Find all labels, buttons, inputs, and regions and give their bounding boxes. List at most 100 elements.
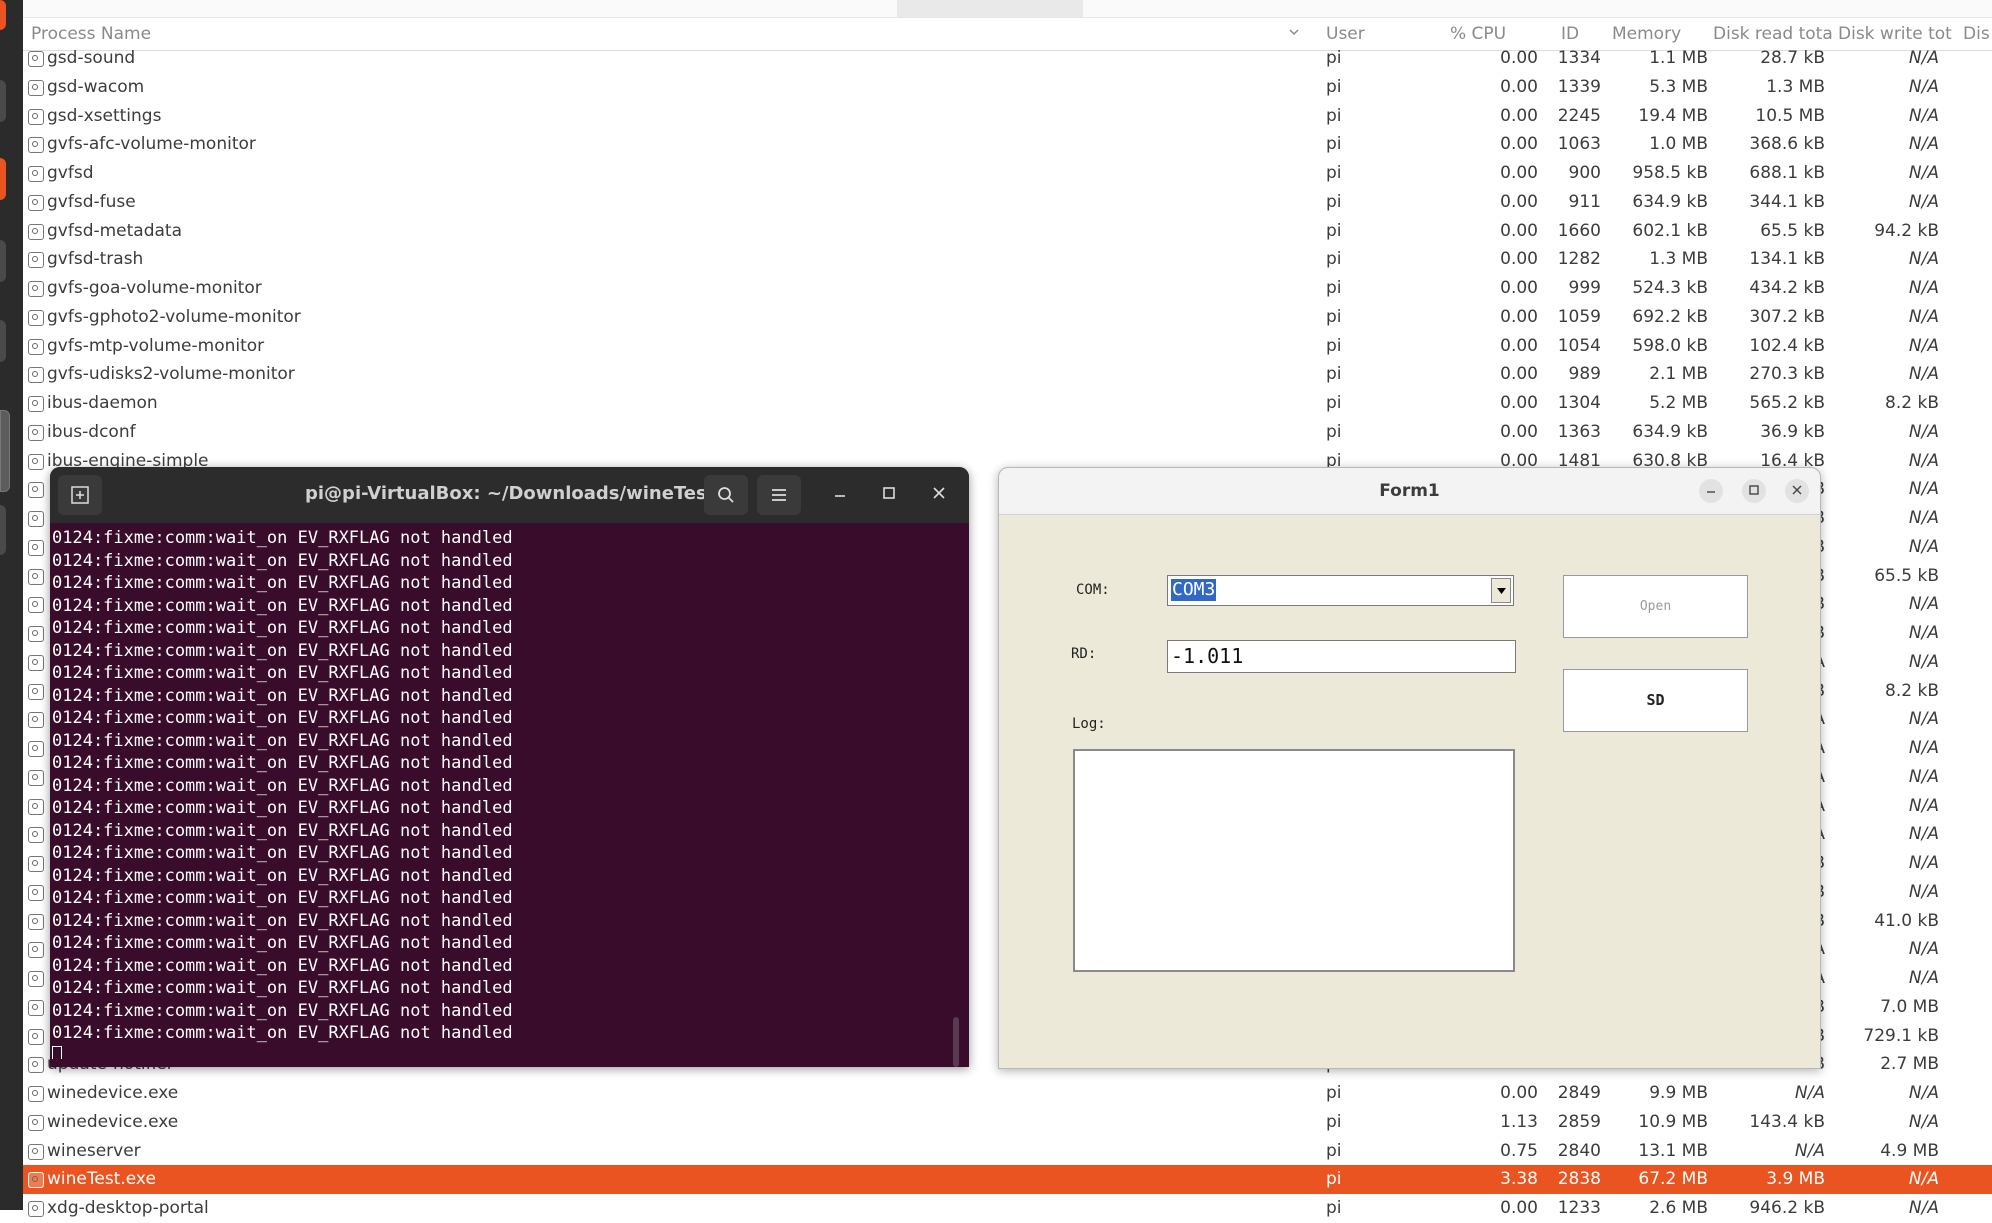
table-row[interactable]: winedevice.exe pi 0.00 2849 9.9 MB N/A N/A: [23, 1079, 1992, 1108]
close-button[interactable]: [927, 483, 951, 507]
sort-chevron-down-icon[interactable]: [1289, 27, 1299, 37]
process-memory: 9.9 MB: [1649, 1083, 1708, 1103]
process-icon: [28, 79, 44, 96]
terminal-prompt-line[interactable]: [52, 1045, 952, 1059]
dock-app-icon[interactable]: [0, 505, 6, 555]
table-row[interactable]: gvfs-gphoto2-volume-monitor pi 0.00 1059 692…: [23, 303, 1992, 332]
dropdown-button[interactable]: [1491, 578, 1511, 603]
form1-window: Form1 COM: COM3 RD: -1.011 Log: Open SD: [998, 467, 1821, 1069]
process-disk-read: 434.2 kB: [1749, 278, 1825, 298]
tab-active[interactable]: [897, 0, 1083, 17]
process-disk-write: N/A: [1908, 48, 1939, 68]
table-row[interactable]: gsd-xsettings pi 0.00 2245 19.4 MB 10.5 MB N/A: [23, 102, 1992, 131]
terminal-line: 0124:fixme:comm:wait_on EV_RXFLAG not ha…: [52, 843, 513, 863]
table-row[interactable]: xdg-desktop-portal pi 0.00 1233 2.6 MB 946.2 …: [23, 1194, 1992, 1223]
process-name: winedevice.exe: [47, 1083, 179, 1103]
table-row[interactable]: ibus-dconf pi 0.00 1363 634.9 kB 36.9 kB N/A: [23, 418, 1992, 447]
process-disk-write: N/A: [1908, 105, 1939, 126]
process-user: pi: [1326, 220, 1342, 241]
search-button[interactable]: [704, 475, 748, 515]
open-button[interactable]: Open: [1563, 575, 1748, 638]
terminal-line: 0124:fixme:comm:wait_on EV_RXFLAG not ha…: [52, 1023, 513, 1043]
dock-app-icon[interactable]: [0, 240, 6, 282]
process-cpu: 0.00: [1500, 76, 1538, 97]
process-id: 2840: [1557, 1140, 1601, 1161]
dock-app-icon-active[interactable]: [0, 410, 10, 492]
process-memory: 13.1 MB: [1638, 1140, 1708, 1161]
terminal-output[interactable]: 0124:fixme:comm:wait_on EV_RXFLAG not ha…: [52, 527, 952, 1059]
col-disk-extra[interactable]: Dis: [1963, 24, 1992, 44]
process-icon: [28, 108, 44, 125]
minimize-icon: [835, 495, 845, 497]
form1-close-button[interactable]: [1785, 479, 1809, 503]
col-memory[interactable]: Memory: [1612, 24, 1681, 44]
table-row[interactable]: ibus-daemon pi 0.00 1304 5.2 MB 565.2 kB 8.2 k…: [23, 389, 1992, 418]
table-row[interactable]: gsd-wacom pi 0.00 1339 5.3 MB 1.3 MB N/A: [23, 73, 1992, 102]
process-name: gvfs-afc-volume-monitor: [47, 134, 256, 155]
process-id: 1063: [1557, 134, 1601, 155]
table-row[interactable]: gvfs-mtp-volume-monitor pi 0.00 1054 598.0 k…: [23, 332, 1992, 361]
process-memory: 1.1 MB: [1649, 48, 1708, 68]
dock-app-icon[interactable]: [0, 320, 6, 362]
table-row[interactable]: wineserver pi 0.75 2840 13.1 MB N/A 4.9 MB: [23, 1137, 1992, 1166]
minimize-button[interactable]: [828, 483, 852, 507]
table-row[interactable]: gvfsd-trash pi 0.00 1282 1.3 MB 134.1 kB N/A: [23, 245, 1992, 274]
form1-maximize-button[interactable]: [1742, 479, 1766, 503]
table-row[interactable]: gsd-sound pi 0.00 1334 1.1 MB 28.7 kB N/A: [23, 44, 1992, 73]
col-process-name[interactable]: Process Name: [31, 24, 151, 44]
rd-field[interactable]: -1.011: [1167, 640, 1516, 673]
col-id[interactable]: ID: [1561, 24, 1579, 44]
process-id: 1660: [1557, 220, 1601, 241]
process-disk-write: N/A: [1908, 335, 1939, 356]
process-disk-write: N/A: [1908, 249, 1939, 270]
process-icon: [28, 252, 44, 269]
col-disk-read[interactable]: Disk read tota: [1713, 24, 1835, 44]
dock-app-icon[interactable]: [0, 0, 6, 30]
process-icon: [28, 309, 44, 326]
log-textarea[interactable]: [1073, 749, 1515, 972]
process-user: pi: [1326, 393, 1342, 413]
com-port-value: COM3: [1171, 579, 1217, 601]
menu-button[interactable]: [757, 475, 801, 515]
process-icon: [28, 1057, 44, 1074]
process-disk-write: 41.0 kB: [1874, 910, 1939, 931]
com-port-select[interactable]: COM3: [1167, 575, 1514, 606]
process-disk-read: 134.1 kB: [1749, 249, 1825, 270]
process-icon: [28, 453, 44, 470]
table-row[interactable]: winedevice.exe pi 1.13 2859 10.9 MB 143.4 kB N…: [23, 1108, 1992, 1137]
table-row[interactable]: gvfs-afc-volume-monitor pi 0.00 1063 1.0 MB 3…: [23, 130, 1992, 159]
table-row[interactable]: gvfsd-fuse pi 0.00 911 634.9 kB 344.1 kB N/A: [23, 188, 1992, 217]
new-tab-button[interactable]: [58, 475, 102, 515]
form1-minimize-button[interactable]: [1699, 479, 1723, 503]
process-icon: [28, 281, 44, 297]
col-user[interactable]: User: [1326, 24, 1365, 44]
dock-app-icon[interactable]: [0, 80, 6, 122]
process-user: pi: [1326, 249, 1342, 270]
terminal-scrollbar[interactable]: [953, 1017, 959, 1067]
terminal-line: 0124:fixme:comm:wait_on EV_RXFLAG not ha…: [52, 933, 513, 953]
dock-app-icon[interactable]: [0, 158, 6, 200]
process-cpu: 0.00: [1500, 1198, 1538, 1218]
process-name: gvfs-goa-volume-monitor: [47, 278, 262, 298]
process-disk-read: 28.7 kB: [1760, 48, 1825, 68]
col-cpu[interactable]: % CPU: [1450, 24, 1506, 44]
sd-button[interactable]: SD: [1563, 669, 1748, 732]
table-row[interactable]: gvfs-goa-volume-monitor pi 0.00 999 524.3 kB…: [23, 274, 1992, 303]
terminal-line: 0124:fixme:comm:wait_on EV_RXFLAG not ha…: [52, 685, 513, 706]
table-row[interactable]: gvfsd pi 0.00 900 958.5 kB 688.1 kB N/A: [23, 159, 1992, 188]
process-cpu: 0.00: [1500, 335, 1538, 356]
table-row[interactable]: wineTest.exe pi 3.38 2838 67.2 MB 3.9 MB N/A: [23, 1165, 1992, 1195]
terminal-line: 0124:fixme:comm:wait_on EV_RXFLAG not ha…: [52, 1000, 513, 1021]
process-memory: 19.4 MB: [1638, 105, 1708, 126]
process-disk-write: N/A: [1908, 163, 1939, 183]
process-disk-read: 344.1 kB: [1749, 191, 1825, 212]
table-row[interactable]: gvfsd-metadata pi 0.00 1660 602.1 kB 65.5 kB 9…: [23, 217, 1992, 246]
process-disk-write: N/A: [1908, 421, 1939, 442]
process-disk-write: N/A: [1908, 795, 1939, 816]
terminal-line: 0124:fixme:comm:wait_on EV_RXFLAG not ha…: [52, 888, 513, 908]
process-memory: 1.3 MB: [1649, 249, 1708, 270]
process-id: 1282: [1557, 249, 1601, 270]
table-row[interactable]: gvfs-udisks2-volume-monitor pi 0.00 989 2.1 …: [23, 360, 1992, 389]
process-disk-write: N/A: [1908, 709, 1939, 730]
maximize-button[interactable]: [877, 483, 901, 507]
